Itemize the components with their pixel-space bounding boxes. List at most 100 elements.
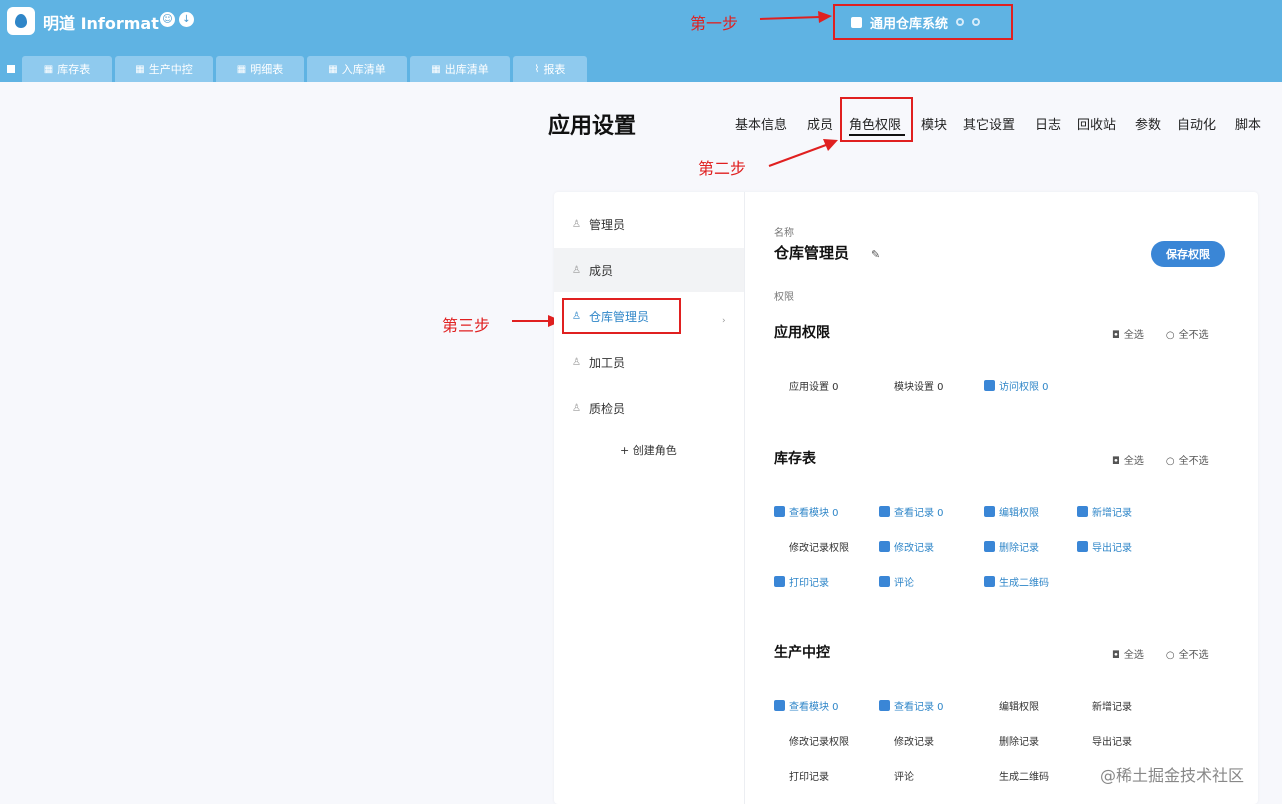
permission-item[interactable]: 新增记录 (1077, 504, 1132, 519)
checkbox-unchecked-icon[interactable] (984, 770, 995, 781)
role-item-member[interactable]: ♙ 成员 (554, 248, 744, 292)
permission-item[interactable]: 评论 (879, 768, 914, 783)
select-none-button[interactable]: ○ 全不选 (1166, 646, 1209, 661)
checkbox-unchecked-icon[interactable] (984, 735, 995, 746)
permission-item[interactable]: 生成二维码 (984, 768, 1049, 783)
tab-details[interactable]: ▦ 明细表 (216, 56, 304, 82)
sidebar-toggle-icon[interactable] (0, 56, 22, 82)
permission-item[interactable]: 打印记录 (774, 768, 829, 783)
permission-item[interactable]: 编辑权限 (984, 698, 1039, 713)
permission-item[interactable]: 查看模块 0 (774, 698, 839, 713)
app-logo[interactable] (7, 7, 35, 35)
checkbox-checked-icon[interactable] (879, 541, 890, 552)
permission-item[interactable]: 访问权限 0 (984, 378, 1049, 393)
tab-production[interactable]: ▦ 生产中控 (115, 56, 213, 82)
nav-logs[interactable]: 日志 (1035, 114, 1077, 133)
select-none-button[interactable]: ○ 全不选 (1166, 452, 1209, 467)
role-item-inspector[interactable]: ♙ 质检员 (554, 386, 744, 430)
permission-label: 编辑权限 (999, 508, 1039, 519)
nav-recycle-bin[interactable]: 回收站 (1077, 114, 1135, 133)
chart-icon: ⌇ (534, 63, 540, 75)
permission-item[interactable]: 修改记录 (879, 539, 934, 554)
checkbox-checked-icon[interactable] (879, 700, 890, 711)
info-icon[interactable] (972, 18, 981, 26)
checkbox-checked-icon[interactable] (774, 700, 785, 711)
permission-item[interactable]: 查看模块 0 (774, 504, 839, 519)
select-none-button[interactable]: ○ 全不选 (1166, 326, 1209, 341)
settings-nav: 基本信息 成员 角色权限 模块 其它设置 日志 回收站 参数 自动化 脚本 (735, 114, 1265, 133)
table-icon: ▦ (431, 63, 441, 75)
nav-modules[interactable]: 模块 (921, 114, 963, 133)
nav-other-settings[interactable]: 其它设置 (963, 114, 1035, 133)
checkbox-checked-icon[interactable] (879, 506, 890, 517)
tab-inventory[interactable]: ▦ 库存表 (22, 56, 112, 82)
checkbox-unchecked-icon[interactable] (1077, 700, 1088, 711)
permission-item[interactable]: 生成二维码 (984, 574, 1049, 589)
section-select-actions: ◘ 全选 ○ 全不选 (1112, 452, 1209, 467)
permission-item[interactable]: 查看记录 0 (879, 504, 944, 519)
tab-inbound[interactable]: ▦ 入库清单 (307, 56, 407, 82)
tab-outbound[interactable]: ▦ 出库清单 (410, 56, 510, 82)
tab-report[interactable]: ⌇ 报表 (513, 56, 587, 82)
checkbox-unchecked-icon[interactable] (879, 380, 890, 391)
checkbox-checked-icon[interactable] (984, 576, 995, 587)
permission-item[interactable]: 编辑权限 (984, 504, 1039, 519)
permission-item[interactable]: 打印记录 (774, 574, 829, 589)
permission-item[interactable]: 新增记录 (1077, 698, 1132, 713)
permission-item[interactable]: 删除记录 (984, 733, 1039, 748)
nav-parameters[interactable]: 参数 (1135, 114, 1177, 133)
permission-label: 生成二维码 (999, 772, 1049, 783)
nav-scripts[interactable]: 脚本 (1235, 114, 1265, 133)
avatar-icon[interactable]: ☺ (160, 12, 175, 27)
checkbox-unchecked-icon[interactable] (774, 541, 785, 552)
checkbox-checked-icon[interactable] (774, 576, 785, 587)
role-item-admin[interactable]: ♙ 管理员 (554, 202, 744, 246)
permission-item[interactable]: 查看记录 0 (879, 698, 944, 713)
save-permissions-button[interactable]: 保存权限 (1151, 241, 1225, 267)
page-title: 应用设置 (548, 114, 637, 139)
edit-icon[interactable]: ✎ (871, 248, 880, 261)
permissions-label: 权限 (774, 292, 794, 303)
section-title: 应用权限 (774, 325, 830, 341)
checkbox-unchecked-icon[interactable] (774, 735, 785, 746)
user-icons: ☺ ↓ (160, 12, 194, 27)
app-switcher[interactable]: 通用仓库系统 (833, 4, 1013, 40)
settings-icon[interactable] (956, 18, 965, 26)
checkbox-unchecked-icon[interactable] (1077, 735, 1088, 746)
checkbox-unchecked-icon[interactable] (879, 735, 890, 746)
download-icon[interactable]: ↓ (179, 12, 194, 27)
checkbox-checked-icon[interactable] (774, 506, 785, 517)
checkbox-unchecked-icon[interactable] (774, 770, 785, 781)
permission-item[interactable]: 修改记录权限 (774, 539, 849, 554)
checkbox-unchecked-icon[interactable] (984, 700, 995, 711)
select-all-button[interactable]: ◘ 全选 (1112, 646, 1144, 661)
current-app-name: 通用仓库系统 (870, 16, 949, 32)
permission-label: 查看模块 0 (789, 508, 839, 519)
nav-basic-info[interactable]: 基本信息 (735, 114, 807, 133)
checkbox-checked-icon[interactable] (1077, 506, 1088, 517)
role-item-processor[interactable]: ♙ 加工员 (554, 340, 744, 384)
nav-automation[interactable]: 自动化 (1177, 114, 1235, 133)
create-role-button[interactable]: + 创建角色 (620, 442, 677, 458)
permission-item[interactable]: 评论 (879, 574, 914, 589)
table-icon: ▦ (328, 63, 338, 75)
checkbox-checked-icon[interactable] (984, 506, 995, 517)
checkbox-unchecked-icon[interactable] (879, 770, 890, 781)
step1-annotation: 第一步 (690, 14, 739, 33)
select-all-button[interactable]: ◘ 全选 (1112, 326, 1144, 341)
checkbox-checked-icon[interactable] (984, 380, 995, 391)
checkbox-unchecked-icon[interactable] (774, 380, 785, 391)
checkbox-checked-icon[interactable] (1077, 541, 1088, 552)
permission-item[interactable]: 修改记录 (879, 733, 934, 748)
permission-label: 生成二维码 (999, 578, 1049, 589)
permission-item[interactable]: 删除记录 (984, 539, 1039, 554)
checkbox-checked-icon[interactable] (879, 576, 890, 587)
permission-item[interactable]: 应用设置 0 (774, 378, 839, 393)
permission-item[interactable]: 模块设置 0 (879, 378, 944, 393)
checkbox-checked-icon[interactable] (984, 541, 995, 552)
permission-item[interactable]: 导出记录 (1077, 733, 1132, 748)
permission-item[interactable]: 导出记录 (1077, 539, 1132, 554)
permission-item[interactable]: 修改记录权限 (774, 733, 849, 748)
select-all-button[interactable]: ◘ 全选 (1112, 452, 1144, 467)
nav-active-underline (849, 134, 905, 136)
